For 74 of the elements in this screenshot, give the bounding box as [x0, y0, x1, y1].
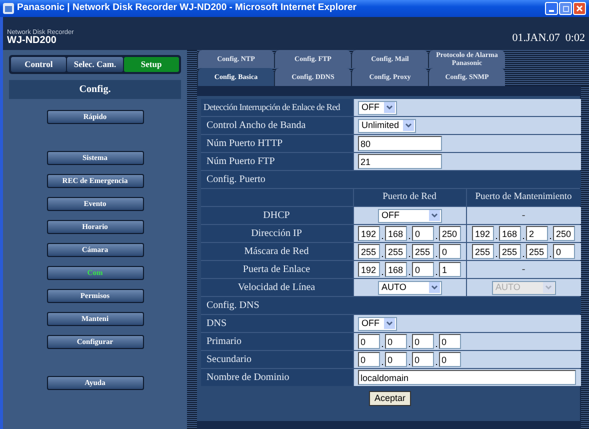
input-field[interactable]: 192 [358, 226, 380, 241]
mode-tab[interactable]: Selec. Cam. [67, 57, 123, 72]
input-field[interactable]: 192 [472, 226, 494, 241]
dropdown[interactable]: OFF [358, 316, 396, 330]
input-field[interactable]: 255 [526, 244, 548, 259]
input-field[interactable]: 2 [526, 226, 548, 241]
input-field[interactable]: 168 [385, 226, 407, 241]
input-field[interactable]: 168 [499, 226, 521, 241]
input-field[interactable]: 0 [412, 334, 434, 349]
empty-value: - [522, 263, 526, 277]
setting-label: Núm Puerto HTTP [200, 135, 352, 152]
empty-value: - [522, 209, 526, 223]
section-heading: Config. DNS [200, 297, 580, 314]
input-field[interactable]: 0 [384, 334, 406, 349]
setting-label: Dirección IP [200, 225, 352, 242]
input-field[interactable]: 0 [439, 244, 461, 259]
window-title: Panasonic | Network Disk Recorder WJ-ND200 - Microsoft Internet Explorer [17, 1, 356, 16]
minimize-button[interactable] [545, 2, 558, 15]
chevron-down-icon [428, 282, 440, 293]
setting-label: Nombre de Dominio [200, 369, 352, 386]
close-icon [576, 5, 583, 12]
setting-label: DNS [200, 315, 352, 332]
setting-label: Velocidad de Línea [200, 279, 352, 296]
input-field[interactable]: 0 [412, 352, 434, 367]
input-field[interactable]: 255 [499, 244, 521, 259]
input-field[interactable]: 0 [384, 352, 406, 367]
input-field[interactable]: 0 [412, 226, 434, 241]
date-time: 01.JAN.07 0:02 [512, 30, 585, 46]
chevron-down-icon [428, 210, 440, 221]
input-field[interactable]: 255 [412, 244, 434, 259]
input-field[interactable]: 168 [385, 262, 407, 277]
input-field[interactable]: 255 [358, 244, 380, 259]
input-field[interactable]: 0 [358, 352, 380, 367]
dropdown[interactable]: Unlimited [358, 118, 416, 132]
close-button[interactable] [573, 2, 586, 15]
column-header: Puerto de Mantenimiento [466, 189, 580, 206]
setting-label: Primario [200, 333, 352, 350]
input-field[interactable]: 80 [358, 136, 442, 151]
input-field[interactable]: 21 [358, 154, 442, 169]
setting-label: Secundario [200, 351, 352, 368]
chevron-down-icon [542, 282, 554, 293]
setting-label: Núm Puerto FTP [200, 153, 352, 170]
setting-label: Control Ancho de Banda [200, 117, 352, 134]
mode-tab[interactable]: Control [11, 57, 66, 72]
setting-label: Máscara de Red [200, 243, 352, 260]
setting-label: Puerta de Enlace [200, 261, 352, 278]
browser-icon [3, 3, 14, 14]
device-model: WJ-ND200 [7, 36, 58, 46]
input-field[interactable]: 0 [412, 262, 434, 277]
input-field[interactable]: 0 [358, 334, 380, 349]
chevron-down-icon [384, 318, 394, 329]
input-field[interactable]: 250 [439, 226, 461, 241]
input-field[interactable]: 192 [358, 262, 380, 277]
input-field[interactable]: 250 [553, 226, 575, 241]
input-field[interactable]: 255 [385, 244, 407, 259]
dropdown[interactable]: OFF [378, 208, 442, 222]
column-header: Puerto de Red [354, 189, 466, 206]
dropdown[interactable]: AUTO [378, 280, 442, 294]
maximize-button[interactable] [559, 2, 572, 15]
input-field[interactable]: localdomain [358, 370, 576, 385]
accept-button[interactable]: Aceptar [369, 391, 411, 406]
input-field[interactable]: 255 [472, 244, 494, 259]
input-field[interactable]: 0 [553, 244, 575, 259]
sidebar-title: Config. [9, 80, 181, 99]
dropdown[interactable]: OFF [358, 100, 396, 114]
input-field[interactable]: 0 [438, 352, 460, 367]
setting-label: DHCP [200, 207, 352, 224]
chevron-down-icon [403, 120, 414, 131]
section-heading: Config. Puerto [200, 171, 580, 188]
input-field[interactable]: 1 [439, 262, 461, 277]
input-field[interactable]: 0 [438, 334, 460, 349]
chevron-down-icon [384, 102, 394, 113]
mode-tab[interactable]: Setup [124, 57, 179, 72]
setting-label: Detección Interrupción de Enlace de Red [200, 99, 352, 116]
